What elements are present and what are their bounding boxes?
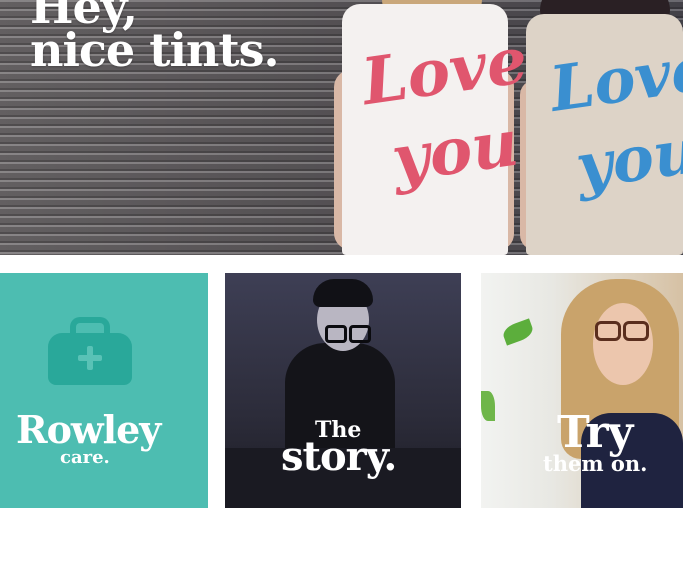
tile-the-story[interactable]: The story. (225, 273, 461, 508)
tile-title: Try (557, 407, 633, 458)
tile-title: Rowley (16, 407, 161, 452)
tile-title: story. (281, 433, 397, 480)
tile-subtitle: them on. (543, 451, 648, 476)
plant-leaf (500, 318, 536, 346)
tile-subtitle: care. (60, 447, 110, 468)
shirt-print-right-line1: Love (545, 31, 683, 126)
shirt-print-right-line2: you (571, 113, 683, 204)
person-right: Love you (520, 0, 683, 255)
tile-try-them-on[interactable]: Try them on. (481, 273, 683, 508)
hero-banner[interactable]: Love you Love you Hey, nice tints. (0, 0, 683, 255)
hero-headline-line2: nice tints. (30, 23, 280, 77)
first-aid-kit-icon (48, 317, 132, 385)
model-face (593, 303, 653, 385)
person-left: Love you (332, 0, 532, 255)
hero-headline: Hey, nice tints. (30, 0, 280, 73)
tile-rowley-care[interactable]: Rowley care. (0, 273, 208, 508)
shirt-print-left-line2: you (387, 105, 523, 198)
